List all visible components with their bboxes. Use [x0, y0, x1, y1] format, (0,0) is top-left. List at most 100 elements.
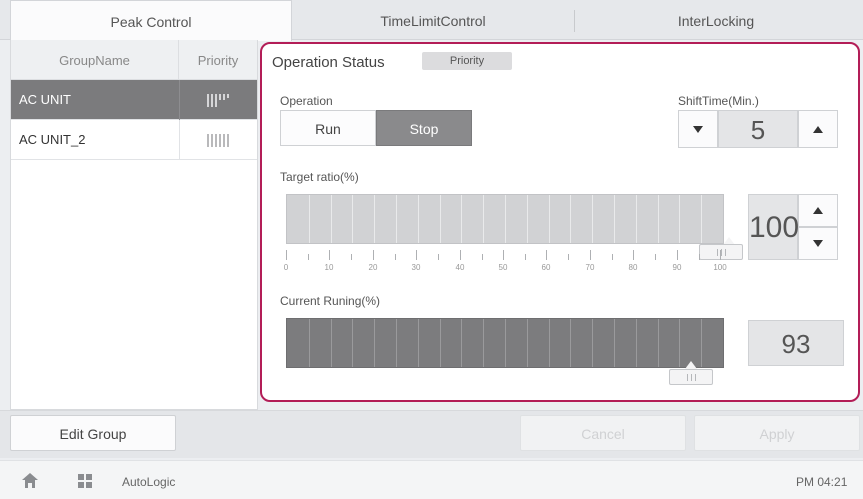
scale-tick	[329, 250, 330, 260]
stop-button[interactable]: Stop	[376, 110, 472, 146]
scale-tick	[677, 250, 678, 260]
column-header-groupname: GroupName	[11, 40, 179, 80]
slider-segment-line	[592, 319, 593, 367]
scale-tick	[546, 250, 547, 260]
current-running-pointer	[685, 361, 697, 369]
tab-interlocking[interactable]: InterLocking	[575, 0, 857, 40]
group-list-panel: GroupName Priority AC UNIT AC UNIT_2	[10, 40, 258, 410]
slider-segment-line	[527, 319, 528, 367]
scale-tick-label: 40	[455, 263, 465, 272]
scale-minor-tick	[482, 254, 483, 260]
slider-segment-line	[461, 319, 462, 367]
slider-segment-line	[461, 195, 462, 243]
slider-segment-line	[527, 195, 528, 243]
slider-segment-line	[331, 319, 332, 367]
target-ratio-value: 100	[748, 194, 799, 260]
priority-bars-icon	[207, 94, 229, 107]
app-name: AutoLogic	[122, 475, 176, 489]
scale-minor-tick	[525, 254, 526, 260]
slider-segment-line	[352, 195, 353, 243]
scale-tick	[416, 250, 417, 260]
column-header-priority: Priority	[197, 53, 239, 68]
scale-tick	[286, 250, 287, 260]
arrow-up-icon	[813, 126, 823, 133]
slider-segment-line	[374, 319, 375, 367]
slider-segment-line	[483, 319, 484, 367]
panel-title: Operation Status	[272, 54, 385, 71]
row-divider	[179, 120, 180, 160]
slider-segment-line	[549, 195, 550, 243]
cancel-button[interactable]: Cancel	[520, 415, 686, 451]
group-row-ac-unit[interactable]: AC UNIT	[11, 80, 257, 120]
slider-segment-line	[418, 319, 419, 367]
scale-tick-label: 90	[672, 263, 682, 272]
slider-segment-line	[352, 319, 353, 367]
target-ratio-label: Target ratio(%)	[280, 170, 359, 184]
edit-group-button[interactable]: Edit Group	[10, 415, 176, 451]
group-list-header: GroupName Priority	[11, 40, 257, 80]
scale-minor-tick	[655, 254, 656, 260]
tab-time-limit-control[interactable]: TimeLimitControl	[292, 0, 574, 40]
arrow-down-icon	[813, 240, 823, 247]
slider-segment-line	[701, 319, 702, 367]
target-ratio-increase-button[interactable]	[798, 194, 838, 227]
slider-segment-line	[309, 195, 310, 243]
tab-peak-control[interactable]: Peak Control	[10, 0, 292, 41]
arrow-down-icon	[693, 126, 703, 133]
group-row-ac-unit-2[interactable]: AC UNIT_2	[11, 120, 257, 160]
target-ratio-decrease-button[interactable]	[798, 227, 838, 260]
scale-tick-label: 20	[368, 263, 378, 272]
target-ratio-slider[interactable]	[286, 194, 724, 244]
scale-tick-label: 50	[498, 263, 508, 272]
slider-segment-line	[679, 319, 680, 367]
current-running-bar	[286, 318, 724, 368]
slider-segment-line	[440, 319, 441, 367]
slider-segment-line	[658, 195, 659, 243]
scale-minor-tick	[395, 254, 396, 260]
row-divider	[179, 80, 180, 120]
slider-segment-line	[570, 195, 571, 243]
priority-bars-icon	[207, 134, 229, 147]
shift-time-decrease-button[interactable]	[678, 110, 718, 148]
scale-minor-tick	[351, 254, 352, 260]
current-running-value: 93	[748, 320, 844, 366]
slider-segment-line	[483, 195, 484, 243]
scale-minor-tick	[699, 254, 700, 260]
scale-tick	[633, 250, 634, 260]
slider-segment-line	[418, 195, 419, 243]
shift-time-label: ShiftTime(Min.)	[678, 94, 759, 108]
target-ratio-scale: 0 10 20 30 40 50 60 70 80 90 100	[284, 250, 727, 276]
slider-segment-line	[614, 319, 615, 367]
scale-tick	[460, 250, 461, 260]
scale-tick-label: 30	[411, 263, 421, 272]
slider-segment-line	[592, 195, 593, 243]
slider-segment-line	[396, 195, 397, 243]
scale-tick-label: 70	[585, 263, 595, 272]
slider-segment-line	[396, 319, 397, 367]
group-name: AC UNIT_2	[19, 132, 86, 147]
arrow-up-icon	[813, 207, 823, 214]
current-running-label: Current Runing(%)	[280, 294, 381, 308]
slider-segment-line	[701, 195, 702, 243]
scale-minor-tick	[568, 254, 569, 260]
scale-minor-tick	[438, 254, 439, 260]
scale-tick	[373, 250, 374, 260]
scale-minor-tick	[308, 254, 309, 260]
scale-minor-tick	[612, 254, 613, 260]
apply-button[interactable]: Apply	[694, 415, 860, 451]
group-name: AC UNIT	[19, 92, 71, 107]
run-button[interactable]: Run	[280, 110, 376, 146]
shift-time-increase-button[interactable]	[798, 110, 838, 148]
home-icon[interactable]	[22, 473, 38, 488]
operation-status-panel: Operation Status Priority Operation Run …	[260, 42, 860, 402]
slider-segment-line	[374, 195, 375, 243]
slider-segment-line	[505, 195, 506, 243]
shift-time-value: 5	[718, 110, 798, 148]
slider-segment-line	[505, 319, 506, 367]
scale-tick-label: 100	[713, 263, 727, 272]
slider-segment-line	[658, 319, 659, 367]
grid-icon[interactable]	[78, 474, 92, 488]
slider-segment-line	[549, 319, 550, 367]
priority-badge: Priority	[422, 52, 512, 70]
slider-segment-line	[440, 195, 441, 243]
